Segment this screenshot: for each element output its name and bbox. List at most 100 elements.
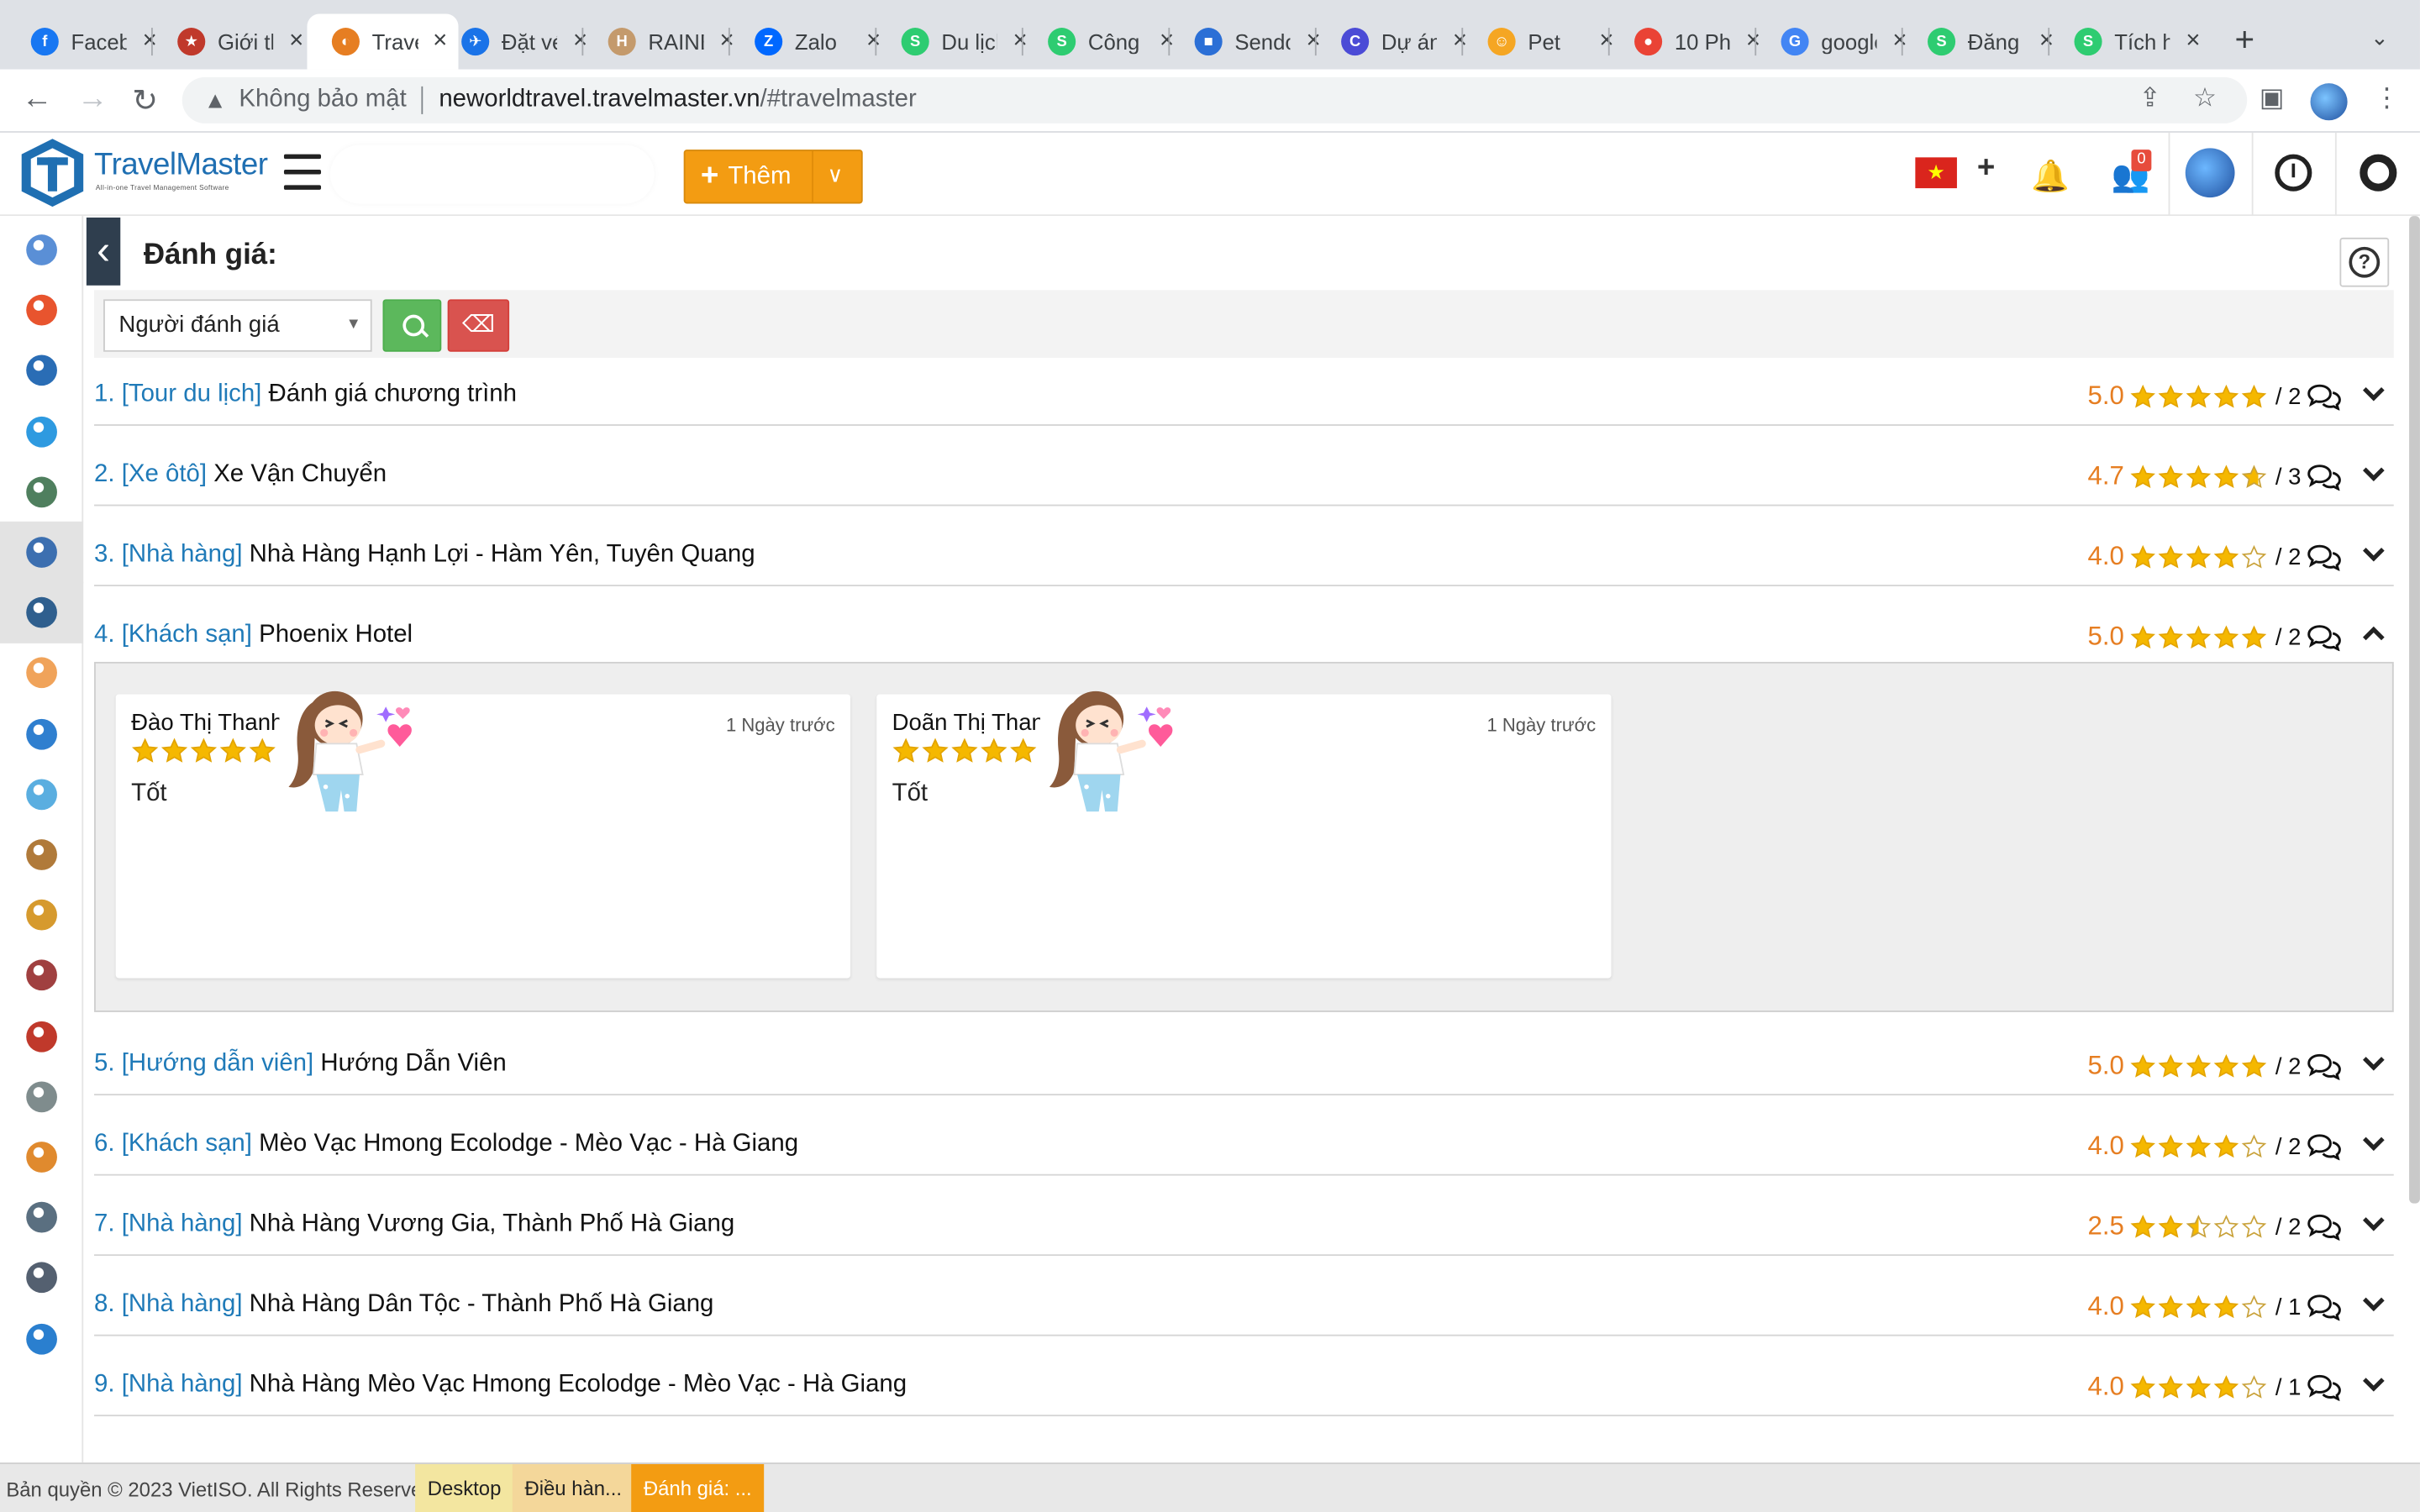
star-icon [2241, 1214, 2267, 1240]
chevron-down-icon[interactable] [2360, 1289, 2387, 1317]
browser-tab[interactable]: S Tích hợp × [2049, 14, 2213, 70]
comments-icon[interactable] [2307, 1373, 2341, 1402]
vietnam-flag-icon[interactable]: ★ [1915, 157, 1957, 189]
sidebar-item[interactable] [0, 764, 83, 825]
bookmark-star-icon[interactable]: ☆ [2193, 83, 2217, 114]
sidebar-item[interactable] [0, 1005, 83, 1067]
sidebar-item[interactable] [0, 340, 83, 402]
sidebar-item[interactable] [0, 401, 83, 462]
profile-avatar[interactable] [2310, 83, 2348, 121]
star-icon [2213, 1214, 2239, 1240]
side-panel-icon[interactable]: ▣ [2260, 83, 2285, 114]
sidebar-item[interactable] [0, 1066, 83, 1127]
back-arrow-icon[interactable]: ← [18, 81, 55, 117]
comments-icon[interactable] [2307, 543, 2341, 572]
chevron-down-icon[interactable]: ∨ [827, 162, 843, 188]
comments-icon[interactable] [2307, 1053, 2341, 1081]
comments-icon[interactable] [2307, 1293, 2341, 1321]
browser-tab[interactable]: ☺ Pet × [1463, 14, 1627, 70]
chevron-down-icon[interactable] [2360, 1370, 2387, 1398]
comments-icon[interactable] [2307, 463, 2341, 491]
browser-tab[interactable]: C Dự án × [1317, 14, 1481, 70]
close-icon[interactable]: × [2182, 28, 2204, 55]
browser-tab[interactable]: SĐăng ký× [1903, 14, 2067, 70]
chevron-down-icon[interactable] [2360, 540, 2387, 568]
comments-icon[interactable] [2307, 1132, 2341, 1161]
share-icon[interactable]: ⇪ [2139, 83, 2161, 114]
review-row[interactable]: 4. [Khách sạn] Phoenix Hotel 5.0 / 2 [94, 617, 2394, 667]
reload-icon[interactable]: ↻ [127, 81, 164, 120]
sidebar-item[interactable] [0, 1308, 83, 1369]
chevron-down-icon[interactable] [2360, 1049, 2387, 1077]
browser-tab[interactable]: ✈Đặt vé× [437, 14, 601, 70]
browser-tab[interactable]: ■Sendo× [1170, 14, 1334, 70]
plus-icon[interactable]: + [1977, 151, 1995, 186]
clear-filter-button[interactable]: ⌫ [447, 299, 510, 352]
sidebar-item[interactable] [0, 521, 84, 584]
sidebar-item[interactable] [0, 643, 83, 704]
sidebar-item[interactable] [0, 885, 83, 946]
support-lifebuoy-icon[interactable] [2360, 154, 2397, 192]
browser-tab[interactable]: ◐TravelMaster× [307, 13, 459, 70]
sidebar-item[interactable] [0, 824, 83, 885]
header-search-field[interactable] [330, 144, 655, 204]
browser-tab[interactable]: ●10 Phút× [1610, 14, 1774, 70]
back-chevron-icon[interactable]: ‹ [86, 217, 121, 286]
add-new-button[interactable]: + Thêm ∨ [683, 150, 863, 204]
review-row[interactable]: 1. [Tour du lịch] Đánh giá chương trình 5… [94, 376, 2394, 426]
chevron-up-icon[interactable] [2360, 620, 2387, 648]
chevron-down-icon[interactable] [2360, 1210, 2387, 1237]
review-row[interactable]: 2. [Xe ôtô] Xe Vận Chuyển 4.7 / 3 [94, 457, 2394, 507]
comments-icon[interactable] [2307, 383, 2341, 412]
globe-icon[interactable] [2185, 148, 2235, 198]
browser-tab[interactable]: ★ Giới thiệu × [153, 14, 317, 70]
browser-tab[interactable]: Z Zalo × [730, 14, 894, 70]
sidebar-item[interactable] [0, 1247, 83, 1309]
new-tab-button[interactable]: + [2235, 20, 2255, 60]
browser-menu-icon[interactable]: ⋮ [2374, 83, 2400, 114]
page-scrollbar[interactable] [2409, 216, 2420, 1204]
browser-tab[interactable]: Ggoogle× [1756, 14, 1920, 70]
browser-tab[interactable]: SCông ty× [1023, 14, 1187, 70]
help-button[interactable]: ? [2339, 237, 2390, 287]
close-icon[interactable]: × [286, 28, 308, 55]
chevron-down-icon[interactable] [2360, 1129, 2387, 1157]
review-comment: Tốt [131, 780, 167, 807]
review-row[interactable]: 5. [Hướng dẫn viên] Hướng Dẫn Viên 5.0 / 2 [94, 1046, 2394, 1096]
search-button[interactable] [382, 299, 442, 352]
address-bar[interactable]: ▲ Không bảo mật neworldtravel.travelmast… [182, 76, 2248, 123]
sidebar-item[interactable] [0, 1126, 83, 1188]
sidebar-item[interactable] [0, 945, 83, 1006]
menu-hamburger-icon[interactable] [283, 154, 322, 192]
reviewer-select[interactable]: Người đánh giá ▼ [103, 299, 372, 352]
forward-arrow-icon[interactable]: → [74, 81, 111, 117]
review-row[interactable]: 8. [Nhà hàng] Nhà Hàng Dân Tộc - Thành P… [94, 1287, 2394, 1336]
review-row[interactable]: 9. [Nhà hàng] Nhà Hàng Mèo Vạc Hmong Eco… [94, 1367, 2394, 1417]
chevron-down-icon[interactable] [2360, 380, 2387, 407]
sidebar-item[interactable] [0, 703, 83, 764]
taskbar-tab-danh-gia[interactable]: Đánh giá: ... [631, 1464, 765, 1512]
chevron-down-icon[interactable] [2360, 459, 2387, 487]
bell-icon[interactable]: 🔔 [2031, 157, 2070, 196]
browser-tab[interactable]: SDu lịch× [876, 14, 1040, 70]
review-row[interactable]: 6. [Khách sạn] Mèo Vạc Hmong Ecolodge - … [94, 1126, 2394, 1176]
review-rating: 5.0 / 2 [2087, 622, 2341, 653]
browser-tab[interactable]: fFacebook× [6, 14, 170, 70]
sidebar-item[interactable] [0, 581, 84, 644]
review-row[interactable]: 7. [Nhà hàng] Nhà Hàng Vương Gia, Thành … [94, 1206, 2394, 1257]
sidebar-item[interactable] [0, 1187, 83, 1248]
taskbar-tab-desktop[interactable]: Desktop [415, 1464, 514, 1512]
review-time: 1 Ngày trước [725, 714, 835, 737]
sidebar-item[interactable] [0, 461, 83, 522]
review-row[interactable]: 3. [Nhà hàng] Nhà Hàng Hạnh Lợi - Hàm Yê… [94, 537, 2394, 586]
sidebar-item[interactable] [0, 219, 83, 281]
comments-icon[interactable] [2307, 623, 2341, 652]
sidebar-item[interactable] [0, 280, 83, 341]
comments-icon[interactable] [2307, 1213, 2341, 1242]
taskbar-tab-dieu-hanh[interactable]: Điều hàn... [512, 1464, 634, 1512]
clock-icon[interactable] [2275, 154, 2312, 192]
tab-search-chevron-icon[interactable]: ⌄ [2370, 24, 2389, 50]
review-comment: Tốt [892, 780, 929, 807]
browser-tab[interactable]: HRAINBOW× [583, 14, 747, 70]
maps-icon: ● [1634, 28, 1663, 56]
